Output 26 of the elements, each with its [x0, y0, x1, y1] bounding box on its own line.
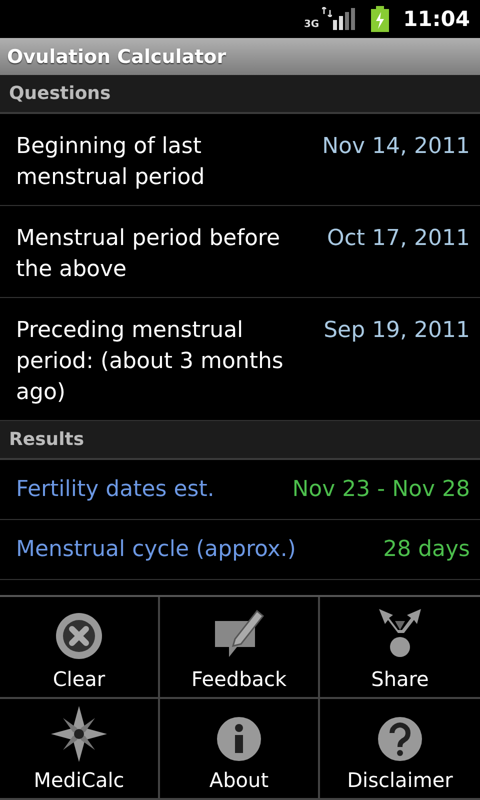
section-title: Questions: [9, 83, 111, 104]
date-value[interactable]: Oct 17, 2011: [327, 223, 470, 254]
close-icon: [54, 610, 104, 660]
menu-item[interactable]: Feedback: [160, 597, 320, 698]
question-label: Menstrual period before the above: [16, 225, 281, 284]
question-label: Preceding menstrual period: (about 3 months ago): [16, 317, 284, 407]
data-arrows-icon: [322, 7, 332, 17]
result-label: Menstrual cycle (approx.): [16, 536, 296, 564]
app-title: Ovulation Calculator: [7, 46, 226, 68]
result-value: Nov 23 - Nov 28: [292, 476, 470, 504]
result-label: Fertility dates est.: [16, 476, 214, 504]
date-value[interactable]: Sep 19, 2011: [324, 315, 470, 346]
help-icon: [377, 716, 423, 762]
section-title: Results: [9, 429, 84, 450]
date-value[interactable]: Nov 14, 2011: [322, 131, 470, 162]
clock-time: 11:04: [403, 7, 470, 31]
menu-item[interactable]: MediCalc: [0, 698, 160, 800]
info-icon: [216, 716, 262, 762]
network-type-text: 3G: [304, 20, 320, 30]
signal-icon: [333, 8, 358, 30]
battery-charging-icon: [371, 6, 390, 32]
menu-item[interactable]: Clear: [0, 597, 160, 698]
compass-icon: [51, 706, 107, 762]
question-label: Beginning of last menstrual period: [16, 133, 206, 192]
menu-item[interactable]: About: [160, 698, 320, 800]
result-value: 28 days: [383, 536, 470, 564]
